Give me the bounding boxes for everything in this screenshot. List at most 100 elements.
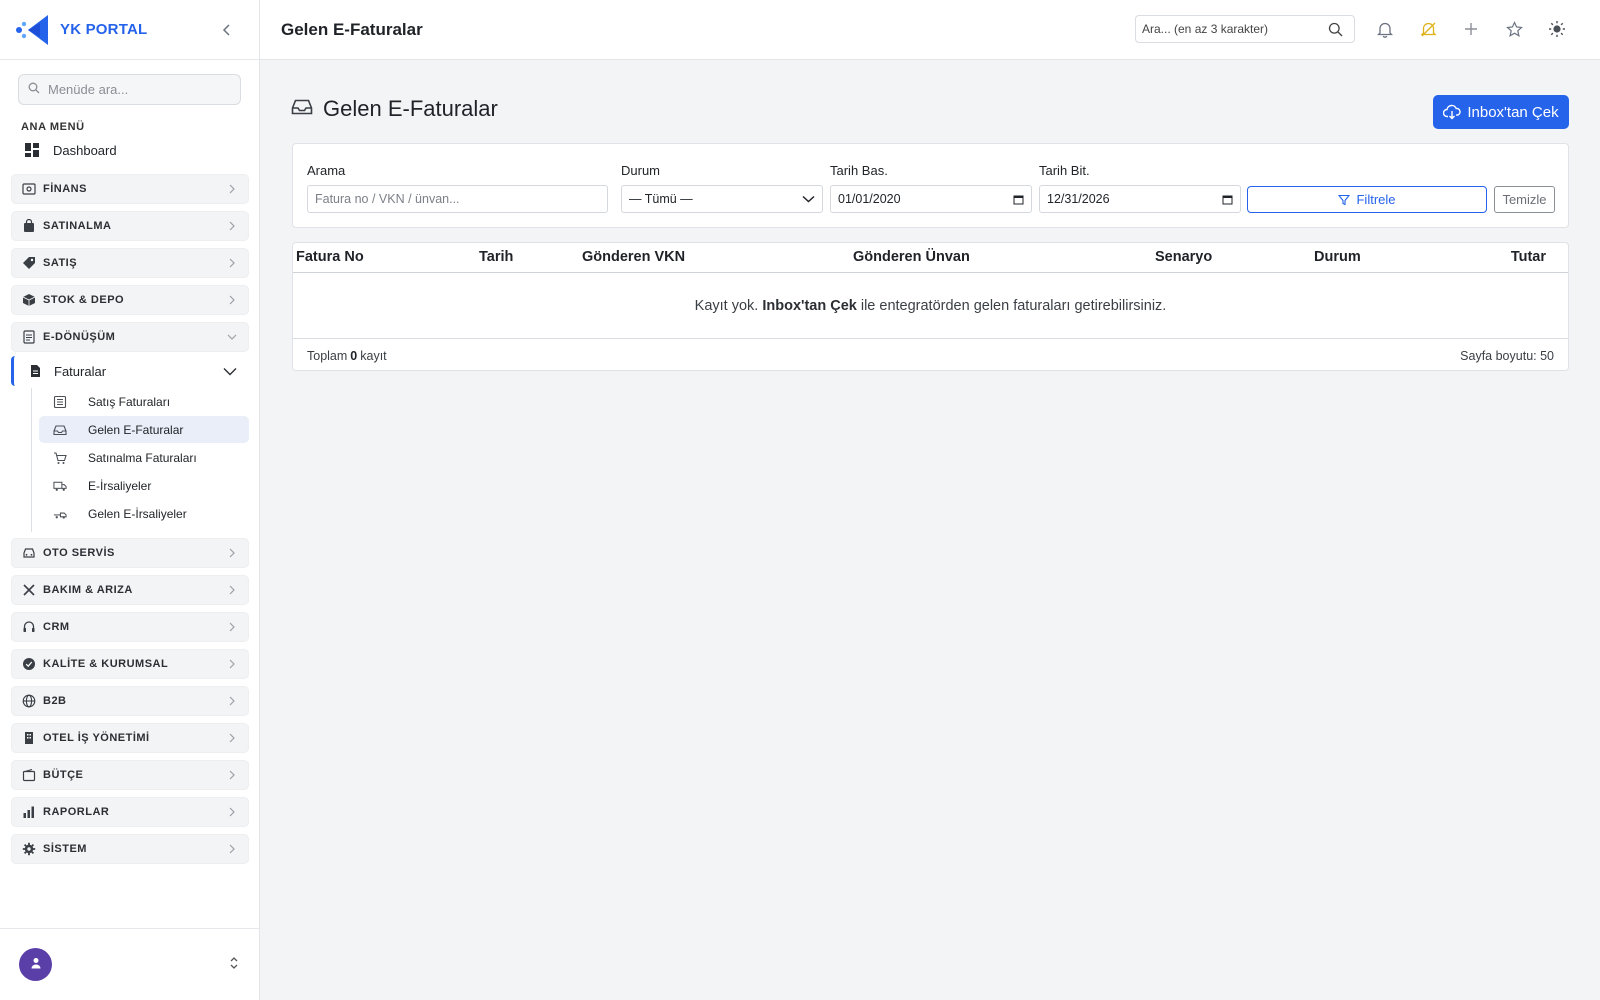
sidebar-group-label: KALİTE & KURUMSAL <box>43 658 169 670</box>
column-header-tarih[interactable]: Tarih <box>479 249 513 265</box>
chevron-up-down-icon[interactable] <box>229 956 239 973</box>
chevron-right-icon <box>226 183 238 195</box>
sidebar-group-crm[interactable]: CRM <box>11 612 249 642</box>
clear-button[interactable]: Temizle <box>1494 186 1555 213</box>
column-header-gonderen-vkn[interactable]: Gönderen VKN <box>582 249 685 265</box>
inbox-pull-button[interactable]: Inbox'tan Çek <box>1433 95 1569 129</box>
sidebar-subitem-satis-faturalari[interactable]: Satış Faturaları <box>39 388 249 415</box>
bell-off-icon[interactable] <box>1417 18 1439 40</box>
cloud-download-icon <box>1443 104 1462 120</box>
sidebar-subitem-satinalma-faturalari[interactable]: Satınalma Faturaları <box>39 444 249 471</box>
table-header: Fatura No Tarih Gönderen VKN Gönderen Ün… <box>293 243 1568 273</box>
sidebar-group-satis[interactable]: SATIŞ <box>11 248 249 278</box>
bag-icon <box>22 219 36 233</box>
chevron-right-icon <box>226 220 238 232</box>
chevron-right-icon <box>226 294 238 306</box>
sidebar-group-kalite-kurumsal[interactable]: KALİTE & KURUMSAL <box>11 649 249 679</box>
menu-search-box <box>18 74 241 105</box>
page-title: Gelen E-Faturalar <box>281 19 423 39</box>
search-icon[interactable] <box>1328 22 1343 37</box>
column-header-tutar[interactable]: Tutar <box>1511 249 1546 265</box>
star-icon[interactable] <box>1503 18 1525 40</box>
table-footer: Toplam 0 kayıt Sayfa boyutu: 50 <box>293 339 1568 370</box>
topbar: Gelen E-Faturalar <box>260 0 1600 60</box>
column-header-senaryo[interactable]: Senaryo <box>1155 249 1212 265</box>
headset-icon <box>22 620 36 634</box>
funnel-icon <box>1338 194 1351 206</box>
date-start-label: Tarih Bas. <box>830 163 888 178</box>
status-select-value: — Tümü — <box>629 192 693 206</box>
sidebar-group-label: FİNANS <box>43 183 87 195</box>
search-icon <box>28 82 40 97</box>
chevron-right-icon <box>226 547 238 559</box>
plus-icon[interactable] <box>1460 18 1482 40</box>
cart-icon <box>53 451 67 465</box>
sidebar-subitem-label: Satınalma Faturaları <box>88 450 197 465</box>
sidebar-group-oto-servis[interactable]: OTO SERVİS <box>11 538 249 568</box>
status-select[interactable]: — Tümü — <box>621 185 823 213</box>
chevron-right-icon <box>226 732 238 744</box>
sidebar-collapse-icon[interactable] <box>217 20 237 40</box>
filter-button[interactable]: Filtrele <box>1247 186 1487 213</box>
avatar[interactable] <box>19 948 52 981</box>
chevron-right-icon <box>226 584 238 596</box>
sidebar-subitem-label: E-İrsaliyeler <box>88 478 152 493</box>
sidebar-group-otel-is-yonetimi[interactable]: OTEL İŞ YÖNETİMİ <box>11 723 249 753</box>
sidebar-item-faturalar[interactable]: Faturalar <box>11 356 249 386</box>
column-header-fatura-no[interactable]: Fatura No <box>296 249 364 265</box>
column-header-durum[interactable]: Durum <box>1314 249 1361 265</box>
sidebar-subitem-label: Gelen E-Faturalar <box>88 422 184 437</box>
global-search-input[interactable] <box>1142 22 1328 36</box>
sidebar-subitem-label: Gelen E-İrsaliyeler <box>88 506 187 521</box>
empty-state-row: Kayıt yok. Inbox'tan Çek ile entegratörd… <box>293 273 1568 339</box>
filter-search-field <box>307 185 608 213</box>
globe-icon <box>22 694 36 708</box>
invoice-icon <box>28 364 42 378</box>
bell-icon[interactable] <box>1374 18 1396 40</box>
main-title: Gelen E-Faturalar <box>323 96 498 121</box>
date-start-input[interactable]: 01/01/2020 <box>830 185 1032 213</box>
inbox-pull-button-label: Inbox'tan Çek <box>1467 103 1559 121</box>
search-label: Arama <box>307 163 346 178</box>
chevron-right-icon <box>226 769 238 781</box>
sidebar-group-label: BAKIM & ARIZA <box>43 584 133 596</box>
car-icon <box>22 546 36 560</box>
finance-icon <box>22 182 36 196</box>
sidebar-group-label: B2B <box>43 695 67 707</box>
sidebar-group-bakim-ariza[interactable]: BAKIM & ARIZA <box>11 575 249 605</box>
wallet-icon <box>22 768 36 782</box>
date-start-value: 01/01/2020 <box>838 192 901 206</box>
sun-icon[interactable] <box>1546 18 1568 40</box>
sidebar-group-sistem[interactable]: SİSTEM <box>11 834 249 864</box>
sidebar-group-e-donusum[interactable]: E-DÖNÜŞÜM <box>11 322 249 352</box>
sidebar-group-label: E-DÖNÜŞÜM <box>43 331 116 343</box>
subtree-line <box>31 388 32 532</box>
date-end-input[interactable]: 12/31/2026 <box>1039 185 1241 213</box>
sidebar-group-label: SİSTEM <box>43 843 87 855</box>
column-header-gonderen-unvan[interactable]: Gönderen Ünvan <box>853 249 970 265</box>
filter-button-label: Filtrele <box>1356 192 1396 207</box>
sidebar-group-b2b[interactable]: B2B <box>11 686 249 716</box>
sidebar-group-satinalma[interactable]: SATINALMA <box>11 211 249 241</box>
calendar-icon[interactable] <box>1013 194 1024 205</box>
inbox-icon <box>53 423 67 437</box>
clear-button-label: Temizle <box>1502 192 1547 207</box>
calendar-icon[interactable] <box>1222 194 1233 205</box>
filter-search-input[interactable] <box>315 192 600 206</box>
sidebar-subitem-gelen-e-faturalar[interactable]: Gelen E-Faturalar <box>39 416 249 443</box>
menu-search-input[interactable] <box>48 82 228 97</box>
sidebar-group-stok-depo[interactable]: STOK & DEPO <box>11 285 249 315</box>
footer-total-count: 0 <box>350 348 358 363</box>
chevron-right-icon <box>226 695 238 707</box>
sidebar-subitem-e-irsaliyeler[interactable]: E-İrsaliyeler <box>39 472 249 499</box>
chevron-down-icon <box>802 195 815 203</box>
sidebar-group-label: STOK & DEPO <box>43 294 125 306</box>
sidebar-group-raporlar[interactable]: RAPORLAR <box>11 797 249 827</box>
sidebar-item-dashboard[interactable]: Dashboard <box>24 140 259 160</box>
sidebar-group-finans[interactable]: FİNANS <box>11 174 249 204</box>
sidebar-subitem-gelen-e-irsaliyeler[interactable]: Gelen E-İrsaliyeler <box>39 500 249 527</box>
building-icon <box>22 731 36 745</box>
truck-icon <box>53 479 67 493</box>
sidebar-group-butce[interactable]: BÜTÇE <box>11 760 249 790</box>
truck-incoming-icon <box>53 507 67 521</box>
